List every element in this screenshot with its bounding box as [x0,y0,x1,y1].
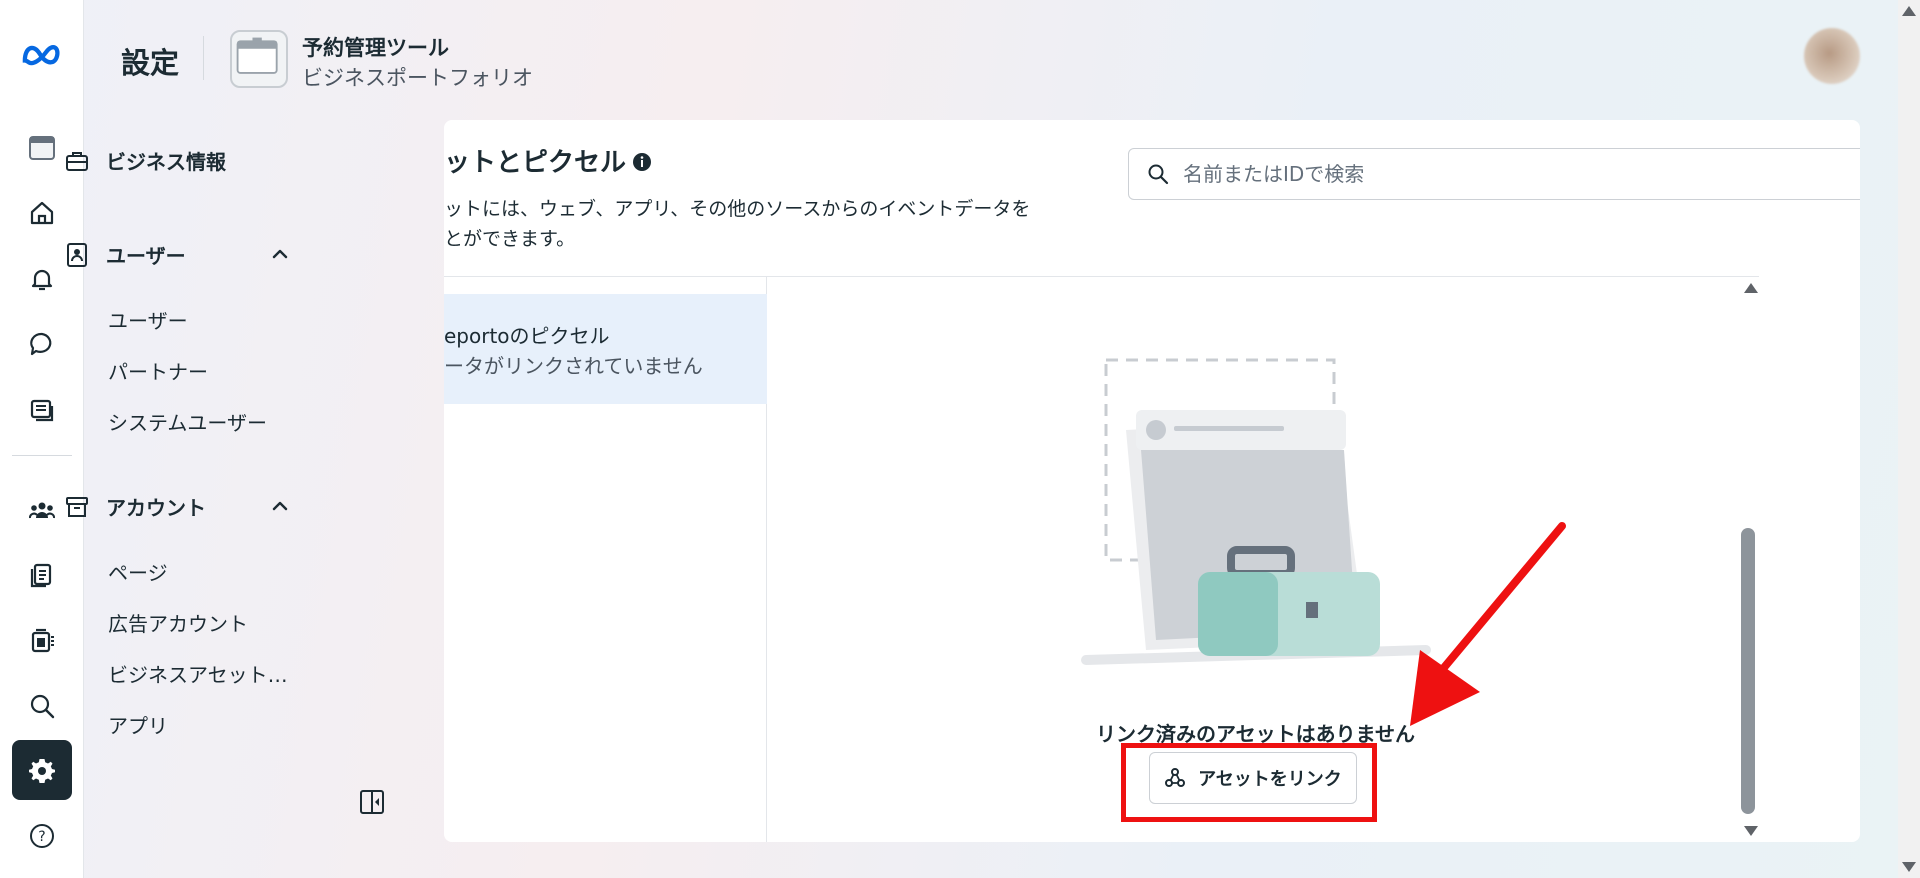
left-rail: ? [0,0,84,878]
portfolio-name[interactable]: 予約管理ツール [302,32,449,62]
nav-users-section[interactable]: ユーザー [64,240,186,269]
card-title: ットとピクセル [444,148,627,178]
nav-item-apps[interactable]: アプリ [108,710,168,739]
page-scrollbar[interactable] [1898,0,1920,878]
assets-card: ットとピクセル ットには、ウェブ、アプリ、その他のソースからのイベントデータを … [444,120,1860,842]
search-input[interactable] [1183,162,1783,186]
portfolio-type: ビジネスポートフォリオ [302,66,533,90]
billing-icon[interactable] [12,611,72,671]
link-asset-button[interactable]: アセットをリンク [1149,752,1357,804]
nav-accounts-label: アカウント [106,496,206,520]
ads-icon[interactable] [12,380,72,440]
nav-item-system-users[interactable]: システムユーザー [108,407,267,436]
list-item-title: eportoのピクセル [444,324,610,348]
nav-item-partners[interactable]: パートナー [108,356,208,385]
rail-divider [12,455,72,456]
description-line-1: ットには、ウェブ、アプリ、その他のソースからのイベントデータを [444,198,1031,220]
chat-icon[interactable] [12,314,72,374]
header-divider [203,36,204,80]
portfolio-icon[interactable] [12,118,72,178]
help-icon[interactable]: ? [12,806,72,866]
people-icon[interactable] [12,480,72,540]
bell-icon[interactable] [12,249,72,309]
nav-business-info-label: ビジネス情報 [106,150,226,174]
description-line-2: とができます。 [444,228,576,250]
user-badge-icon [67,242,87,267]
search-field[interactable] [1128,148,1860,200]
empty-state-message: リンク済みのアセットはありません [1096,722,1415,746]
list-item-subtitle: ータがリンクされていません [444,354,703,378]
chevron-up-icon[interactable] [270,496,290,516]
nav-accounts-section[interactable]: アカウント [64,492,206,521]
home-icon[interactable] [12,183,72,243]
list-item-pixel[interactable] [444,294,767,404]
search-icon[interactable] [12,676,72,736]
pages-icon[interactable] [12,545,72,605]
archive-icon [66,496,88,517]
page-scroll-down-arrow[interactable] [1902,862,1916,872]
page-scroll-up-arrow[interactable] [1902,6,1916,16]
meta-logo-icon[interactable] [12,24,72,84]
search-icon [1148,164,1169,185]
card-description: ットには、ウェブ、アプリ、その他のソースからのイベントデータを とができます。 [444,194,1104,254]
portfolio-avatar-icon[interactable] [230,30,288,88]
gear-icon[interactable] [12,740,72,800]
nav-item-ad-accounts[interactable]: 広告アカウント [108,608,248,637]
user-avatar[interactable] [1804,28,1860,84]
svg-text:?: ? [38,829,45,845]
chevron-up-icon[interactable] [270,244,290,264]
link-asset-button-label: アセットをリンク [1198,769,1342,790]
nav-item-pages[interactable]: ページ [108,557,168,586]
info-icon[interactable] [632,152,652,172]
nav-business-info[interactable]: ビジネス情報 [64,146,226,175]
scroll-down-arrow[interactable] [1744,826,1758,836]
nav-item-business-assets[interactable]: ビジネスアセット… [108,659,288,688]
nav-item-users[interactable]: ユーザー [108,305,188,334]
empty-state-illustration [1081,358,1431,665]
link-nodes-icon [1165,768,1186,787]
nav-users-label: ユーザー [106,244,186,268]
page-title: 設定 [121,46,180,80]
scrollbar-thumb[interactable] [1741,528,1755,814]
scroll-up-arrow[interactable] [1744,283,1758,293]
collapse-sidebar-icon[interactable] [358,788,386,816]
briefcase-icon [66,151,88,171]
